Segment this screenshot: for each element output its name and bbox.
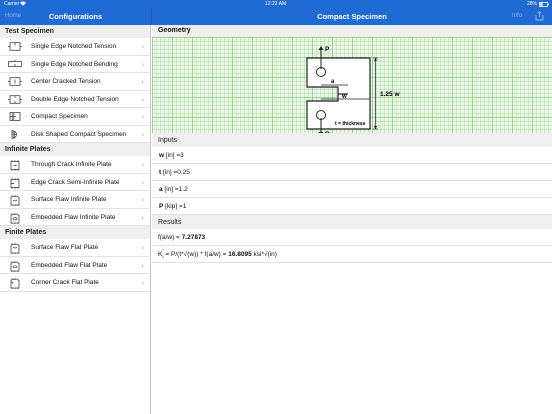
geometry-diagram: P P a w 1.25 w t = thickness xyxy=(152,37,552,133)
chevron-right-icon: › xyxy=(141,160,144,169)
corner-crack-flat-icon xyxy=(8,278,22,289)
info-button[interactable]: Info xyxy=(512,13,522,19)
chevron-right-icon: › xyxy=(141,59,144,69)
configurations-title: Configurations xyxy=(48,12,103,21)
battery-percent: 28% xyxy=(527,1,538,7)
through-crack-plate-icon xyxy=(8,160,22,171)
list-item-through-crack[interactable]: Through Crack Infinite Plate › xyxy=(0,156,150,174)
list-item-embedded-flaw-flat[interactable]: Embedded Flaw Flat Plate › xyxy=(0,257,150,274)
width-label: w xyxy=(341,94,347,100)
result-ki: KI = P/(t*√(w)) * f(a/w) = 16.8095 ksi*√… xyxy=(152,246,552,263)
input-unit: [kip] = xyxy=(163,203,183,210)
list-item-label: Through Crack Infinite Plate xyxy=(31,161,112,168)
input-unit: [in] = xyxy=(161,169,178,176)
compact-specimen-icon xyxy=(8,112,22,121)
embedded-flaw-plate-icon xyxy=(8,212,22,224)
list-item-label: Double Edge Notched Tension xyxy=(31,95,119,103)
ki-value: 16.8095 xyxy=(228,251,252,258)
result-faw: f(a/w) = 7.27873 xyxy=(152,229,552,246)
list-item-edge-crack[interactable]: Edge Crack Semi-Infinite Plate › xyxy=(0,174,150,191)
input-row-p[interactable]: P [kip] =1 xyxy=(152,198,552,215)
input-row-w[interactable]: w [in] =3 xyxy=(152,147,552,164)
list-item-label: Embedded Flaw Flat Plate xyxy=(31,261,108,269)
geometry-header: Geometry xyxy=(152,25,552,37)
input-row-t[interactable]: t [in] =0.25 xyxy=(152,164,552,181)
chevron-right-icon: › xyxy=(141,243,144,252)
chevron-right-icon: › xyxy=(141,212,144,222)
list-item-label: Compact Specimen xyxy=(31,113,88,120)
ki-formula: = P/(t*√(w)) * f(a/w) = xyxy=(163,251,229,258)
cct-specimen-icon xyxy=(8,77,22,86)
list-item-embedded-flaw-infinite[interactable]: Embedded Flaw Infinite Plate › xyxy=(0,209,150,226)
surface-flaw-plate-icon xyxy=(8,195,22,206)
chevron-right-icon: › xyxy=(141,129,144,139)
list-item-label: Single Edge Notched Tension xyxy=(31,43,117,50)
list-item-label: Corner Crack Flat Plate xyxy=(31,279,99,286)
list-item-label: Edge Crack Semi-Infinite Plate xyxy=(31,178,120,186)
list-item-label: Surface Flaw Infinite Plate xyxy=(31,196,107,203)
input-unit: [in] = xyxy=(164,152,181,159)
section-finite-plates: Finite Plates xyxy=(0,226,150,239)
sent-specimen-icon xyxy=(8,42,22,51)
configuration-list: Test Specimen Single Edge Notched Tensio… xyxy=(0,25,151,414)
list-item-sent[interactable]: Single Edge Notched Tension › xyxy=(0,38,150,56)
input-row-a[interactable]: a [in] =1.2 xyxy=(152,181,552,198)
list-item-label: Center Cracked Tension xyxy=(31,78,101,85)
chevron-right-icon: › xyxy=(141,112,144,121)
list-item-cct[interactable]: Center Cracked Tension › xyxy=(0,73,150,91)
input-unit: [in] = xyxy=(162,186,179,193)
list-item-label: Disk Shaped Compact Specimen xyxy=(31,130,127,138)
ki-unit: ksi*√(in) xyxy=(251,251,277,258)
carrier-label: Carrier xyxy=(4,1,20,7)
list-item-surface-flaw-flat[interactable]: Surface Flaw Flat Plate › xyxy=(0,239,150,257)
input-value-w[interactable]: 3 xyxy=(180,152,184,159)
share-icon[interactable] xyxy=(535,10,544,23)
section-test-specimen: Test Specimen xyxy=(0,25,150,38)
results-header: Results xyxy=(152,215,552,229)
section-infinite-plates: Infinite Plates xyxy=(0,143,150,156)
list-item-compact[interactable]: Compact Specimen › xyxy=(0,108,150,126)
chevron-right-icon: › xyxy=(141,177,144,187)
chevron-right-icon: › xyxy=(141,77,144,86)
list-item-senb[interactable]: Single Edge Notched Bending › xyxy=(0,56,150,73)
senb-specimen-icon xyxy=(8,59,22,69)
chevron-right-icon: › xyxy=(141,195,144,204)
faw-value: 7.27873 xyxy=(181,234,206,241)
height-label: 1.25 w xyxy=(380,91,400,98)
input-value-a[interactable]: 1.2 xyxy=(179,186,188,193)
left-navbar: Home Configurations xyxy=(0,8,151,25)
disk-compact-specimen-icon xyxy=(8,129,22,139)
chevron-right-icon: › xyxy=(141,94,144,104)
list-item-disk-compact[interactable]: Disk Shaped Compact Specimen › xyxy=(0,126,150,143)
clock: 12:22 AM xyxy=(265,1,287,7)
faw-label: f(a/w) = xyxy=(158,234,182,241)
list-item-label: Embedded Flaw Infinite Plate xyxy=(31,213,116,221)
inputs-header: Inputs xyxy=(152,133,552,147)
input-value-p[interactable]: 1 xyxy=(183,203,187,210)
edge-crack-plate-icon xyxy=(8,177,22,189)
list-item-label: Single Edge Notched Bending xyxy=(31,60,118,68)
load-label-top: P xyxy=(325,46,330,53)
list-item-corner-crack-flat[interactable]: Corner Crack Flat Plate › xyxy=(0,274,150,292)
right-navbar: Compact Specimen Info xyxy=(152,8,552,25)
chevron-right-icon: › xyxy=(141,260,144,270)
embedded-flaw-flat-icon xyxy=(8,260,22,272)
compact-specimen-title: Compact Specimen xyxy=(317,12,387,21)
wifi-icon xyxy=(20,1,26,8)
dent-specimen-icon xyxy=(8,94,22,104)
load-label-bottom: P xyxy=(325,131,330,133)
compact-specimen-drawing: P P a w 1.25 w t = thickness xyxy=(306,46,400,133)
list-item-dent[interactable]: Double Edge Notched Tension › xyxy=(0,91,150,108)
surface-flaw-flat-icon xyxy=(8,243,22,254)
chevron-right-icon: › xyxy=(141,42,144,51)
chevron-right-icon: › xyxy=(141,278,144,287)
thickness-label: t = thickness xyxy=(335,121,366,127)
status-bar: Carrier 12:22 AM 28% xyxy=(0,0,552,8)
list-item-label: Surface Flaw Flat Plate xyxy=(31,244,99,251)
list-item-surface-flaw-infinite[interactable]: Surface Flaw Infinite Plate › xyxy=(0,191,150,209)
detail-panel: Geometry P P a xyxy=(152,25,552,414)
input-value-t[interactable]: 0.25 xyxy=(177,169,190,176)
